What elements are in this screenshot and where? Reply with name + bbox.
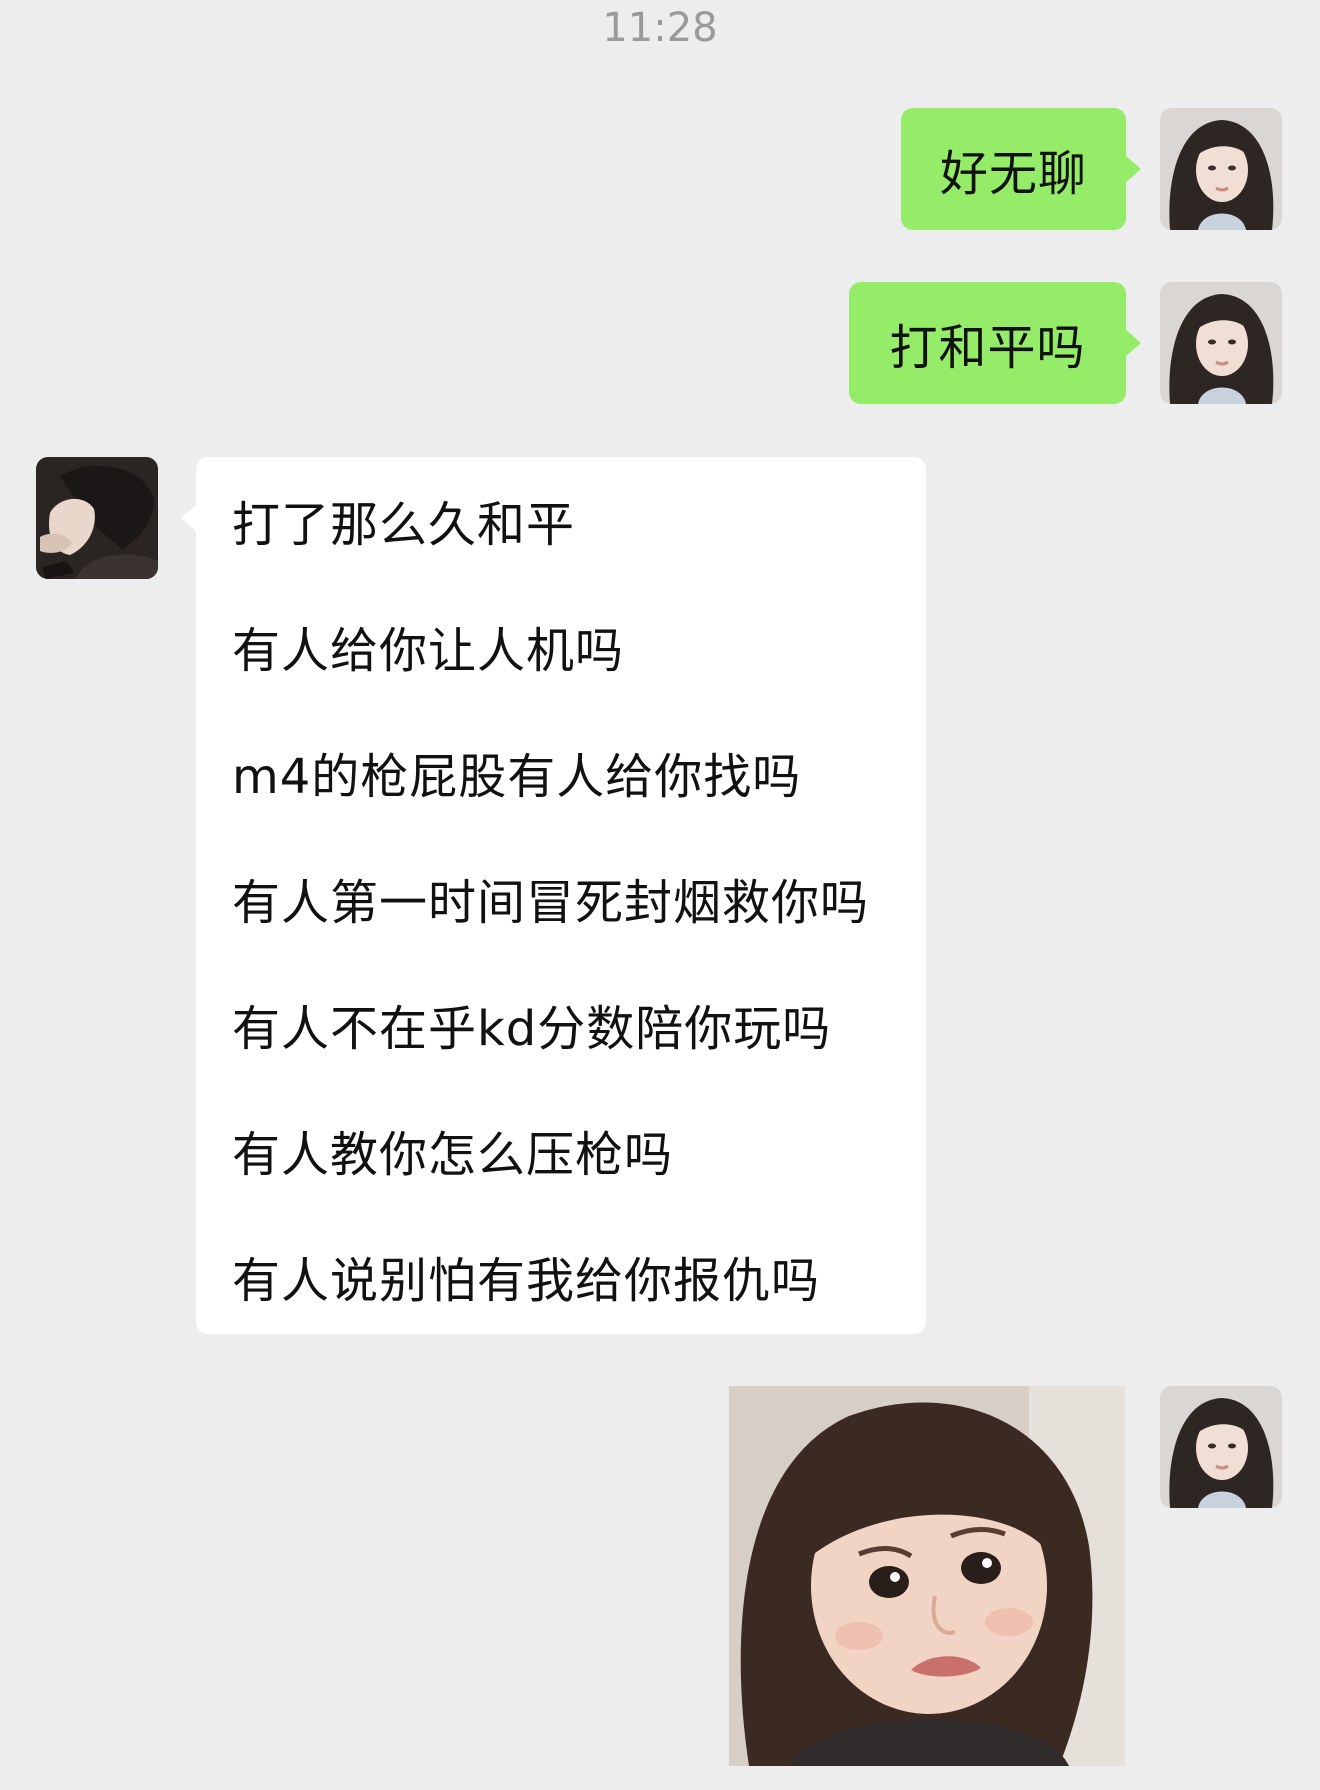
message-line: 有人不在乎kd分数陪你玩吗: [232, 1001, 832, 1057]
girl-avatar-icon: [1160, 1386, 1282, 1508]
message-timestamp: 11:28: [602, 5, 718, 51]
message-text: 好无聊: [939, 146, 1087, 202]
contact-avatar[interactable]: [36, 457, 158, 579]
my-avatar[interactable]: [1160, 108, 1282, 230]
message-text: 打和平吗: [889, 320, 1086, 376]
bubble-tail: [181, 504, 197, 532]
sticker-message[interactable]: [729, 1386, 1125, 1766]
message-line: 有人给你让人机吗: [232, 623, 625, 679]
message-line: 有人第一时间冒死封烟救你吗: [232, 875, 870, 931]
sent-message-bubble[interactable]: 好无聊: [901, 108, 1141, 230]
bubble-tail: [1125, 155, 1141, 183]
girl-avatar-icon: [1160, 282, 1282, 404]
message-line: m4的枪屁股有人给你找吗: [232, 749, 802, 805]
message-line: 有人教你怎么压枪吗: [232, 1127, 674, 1183]
my-avatar[interactable]: [1160, 1386, 1282, 1508]
crying-toddler-sticker-icon: [729, 1386, 1125, 1766]
sent-message-bubble[interactable]: 打和平吗: [849, 282, 1141, 404]
message-lines: 打了那么久和平 有人给你让人机吗 m4的枪屁股有人给你找吗 有人第一时间冒死封烟…: [232, 485, 906, 1367]
my-avatar[interactable]: [1160, 282, 1282, 404]
bubble-tail: [1125, 329, 1141, 357]
message-line: 有人说别怕有我给你报仇吗: [232, 1253, 821, 1309]
boy-avatar-icon: [36, 457, 158, 579]
received-message-bubble[interactable]: 打了那么久和平 有人给你让人机吗 m4的枪屁股有人给你找吗 有人第一时间冒死封烟…: [181, 457, 926, 1334]
girl-avatar-icon: [1160, 108, 1282, 230]
message-line: 打了那么久和平: [232, 497, 576, 553]
